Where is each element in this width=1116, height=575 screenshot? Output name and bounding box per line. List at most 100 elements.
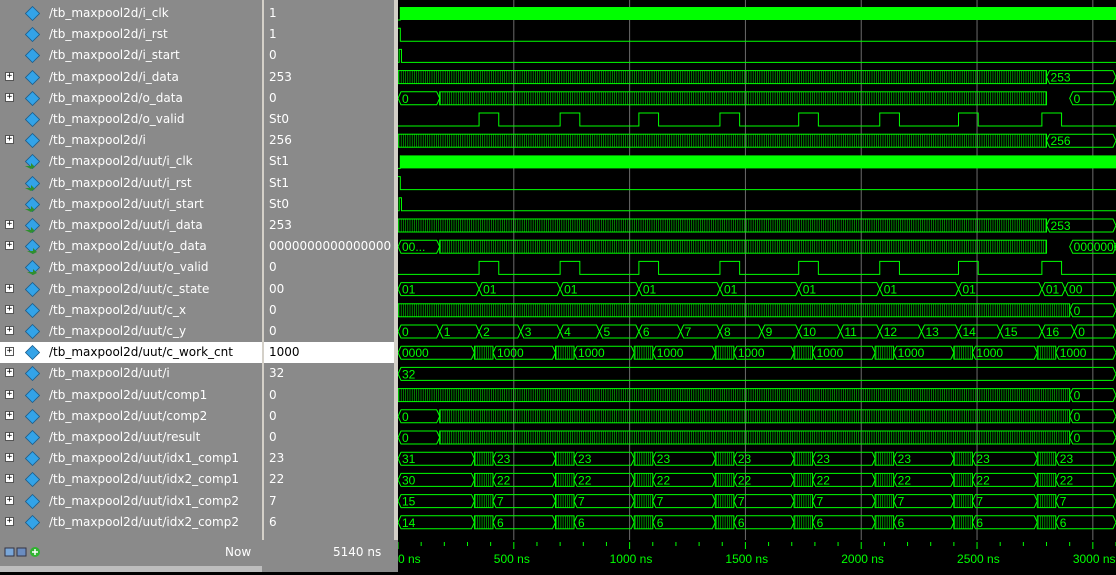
expand-icon[interactable]: + [5, 389, 14, 399]
signal-value[interactable]: 1 [264, 24, 394, 45]
dense-bus [1036, 472, 1057, 487]
expand-icon[interactable]: + [5, 347, 14, 357]
signal-row[interactable]: /tb_maxpool2d/uut/i_clk [0, 151, 262, 172]
signal-value[interactable]: 0 [264, 257, 394, 278]
signal-row[interactable]: /tb_maxpool2d/o_valid [0, 109, 262, 130]
expand-icon[interactable]: + [5, 135, 14, 145]
signal-row[interactable]: /tb_maxpool2d/uut/o_valid [0, 257, 262, 278]
footer-scrollbar[interactable] [0, 566, 262, 572]
signal-diamond-icon [25, 451, 40, 467]
wave-label: 23 [817, 452, 831, 466]
signal-value[interactable]: 256 [264, 130, 394, 151]
signal-row[interactable]: + /tb_maxpool2d/uut/comp1 [0, 385, 262, 406]
dense-bus-hatch [398, 70, 1047, 84]
expand-icon[interactable]: + [5, 304, 14, 314]
expand-icon[interactable]: + [5, 283, 14, 293]
wave-label: 7 [817, 495, 824, 509]
wave-label: 6 [976, 516, 983, 530]
signal-row[interactable]: /tb_maxpool2d/i_start [0, 45, 262, 66]
signal-value[interactable]: 32 [264, 363, 394, 384]
dense-bus [633, 472, 654, 487]
expand-icon[interactable]: + [5, 326, 14, 335]
signal-row[interactable]: /tb_maxpool2d/uut/i_start [0, 194, 262, 215]
waveform-canvas[interactable]: 2530025625300...000000000000000001010101… [398, 0, 1116, 540]
signal-value[interactable]: 1000 [264, 342, 394, 364]
signal-row[interactable]: + /tb_maxpool2d/uut/idx1_comp1 [0, 448, 262, 469]
signal-row[interactable]: + /tb_maxpool2d/o_data [0, 88, 262, 109]
signal-row[interactable]: + /tb_maxpool2d/uut/c_y [0, 321, 262, 342]
signal-row[interactable]: + /tb_maxpool2d/uut/c_x [0, 300, 262, 321]
signal-row[interactable]: + /tb_maxpool2d/uut/o_data [0, 236, 262, 257]
signal-row[interactable]: + /tb_maxpool2d/i [0, 130, 262, 151]
reset-wave [398, 176, 1116, 191]
dense-bus-hatch [634, 452, 651, 466]
expand-icon[interactable]: + [5, 241, 14, 251]
signal-value[interactable]: 253 [264, 67, 394, 88]
signal-row[interactable]: + /tb_maxpool2d/uut/c_state [0, 279, 262, 300]
signal-name: /tb_maxpool2d/i_start [49, 48, 180, 63]
signal-value[interactable]: 0 [264, 321, 394, 342]
wave-label: 12 [884, 325, 898, 339]
signal-row[interactable]: + /tb_maxpool2d/uut/idx2_comp1 [0, 469, 262, 490]
signal-value[interactable]: 0 [264, 427, 394, 448]
wave-label: 1 [444, 325, 451, 339]
dense-bus-hatch [475, 473, 492, 487]
signal-row[interactable]: + /tb_maxpool2d/uut/i_data [0, 215, 262, 236]
signal-row[interactable]: + /tb_maxpool2d/uut/comp2 [0, 406, 262, 427]
signal-value[interactable]: 23 [264, 448, 394, 469]
signal-value[interactable]: St1 [264, 151, 394, 172]
signal-name: /tb_maxpool2d/o_data [49, 90, 183, 105]
waveform-pane[interactable]: 2530025625300...000000000000000001010101… [398, 0, 1116, 540]
dense-bus-hatch [398, 219, 1047, 232]
signal-value[interactable]: 0 [264, 385, 394, 406]
expand-icon[interactable]: + [5, 220, 14, 229]
ruler-label: 500 ns [494, 552, 530, 566]
expand-icon[interactable]: + [5, 432, 14, 441]
dense-bus-hatch [398, 134, 1047, 148]
signal-value[interactable]: 0 [264, 88, 394, 109]
dense-bus-hatch [875, 515, 892, 529]
signal-name: /tb_maxpool2d/uut/i_data [49, 218, 203, 232]
expand-icon[interactable]: + [5, 516, 14, 526]
signal-value[interactable]: 00 [264, 279, 394, 300]
signal-value[interactable]: St0 [264, 194, 394, 215]
signal-row[interactable]: + /tb_maxpool2d/uut/result [0, 427, 262, 448]
signal-value[interactable]: 0 [264, 406, 394, 427]
signal-value[interactable]: 1 [264, 3, 394, 24]
expand-icon[interactable]: + [5, 453, 14, 463]
signal-row[interactable]: + /tb_maxpool2d/uut/c_work_cnt [0, 342, 262, 364]
wave-label: 22 [1060, 473, 1074, 487]
signal-row[interactable]: + /tb_maxpool2d/uut/i [0, 363, 262, 384]
signal-value[interactable]: St0 [264, 109, 394, 130]
signal-row[interactable]: + /tb_maxpool2d/i_data [0, 67, 262, 88]
signal-row[interactable]: /tb_maxpool2d/uut/i_rst [0, 173, 262, 194]
wave-label: 7 [497, 495, 504, 509]
signal-value[interactable]: 253 [264, 215, 394, 236]
expand-icon[interactable]: + [5, 474, 14, 484]
signal-row[interactable]: + /tb_maxpool2d/uut/idx2_comp2 [0, 512, 262, 533]
signal-diamond-icon [25, 493, 40, 509]
signal-value[interactable]: 22 [264, 469, 394, 490]
wave-label: 0 [402, 431, 409, 445]
signal-row[interactable]: /tb_maxpool2d/i_clk [0, 3, 262, 24]
time-ruler[interactable]: 0 ns 500 ns 1000 ns 1500 ns 2000 ns 2500 ns 30… [397, 540, 1116, 572]
signal-value[interactable]: 0000000000000000 [264, 236, 394, 257]
signal-value[interactable]: 6 [264, 512, 394, 533]
signal-row[interactable]: /tb_maxpool2d/i_rst [0, 24, 262, 45]
expand-icon[interactable]: + [5, 71, 14, 81]
dense-bus-hatch [634, 494, 651, 508]
signal-value[interactable]: 0 [264, 300, 394, 321]
start-wave [398, 48, 1116, 63]
expand-icon[interactable]: + [5, 495, 14, 505]
signal-row[interactable]: + /tb_maxpool2d/uut/idx1_comp2 [0, 491, 262, 512]
expand-icon[interactable]: + [5, 368, 14, 378]
signal-value[interactable]: 0 [264, 45, 394, 66]
toolbar-icons[interactable] [4, 545, 44, 562]
ruler-label: 3000 ns [1073, 552, 1116, 566]
expand-icon[interactable]: + [5, 92, 14, 102]
signal-diamond-icon [25, 324, 40, 339]
expand-icon[interactable]: + [5, 410, 14, 420]
signal-value[interactable]: 7 [264, 491, 394, 512]
dense-bus [473, 494, 494, 509]
signal-value[interactable]: St1 [264, 173, 394, 194]
